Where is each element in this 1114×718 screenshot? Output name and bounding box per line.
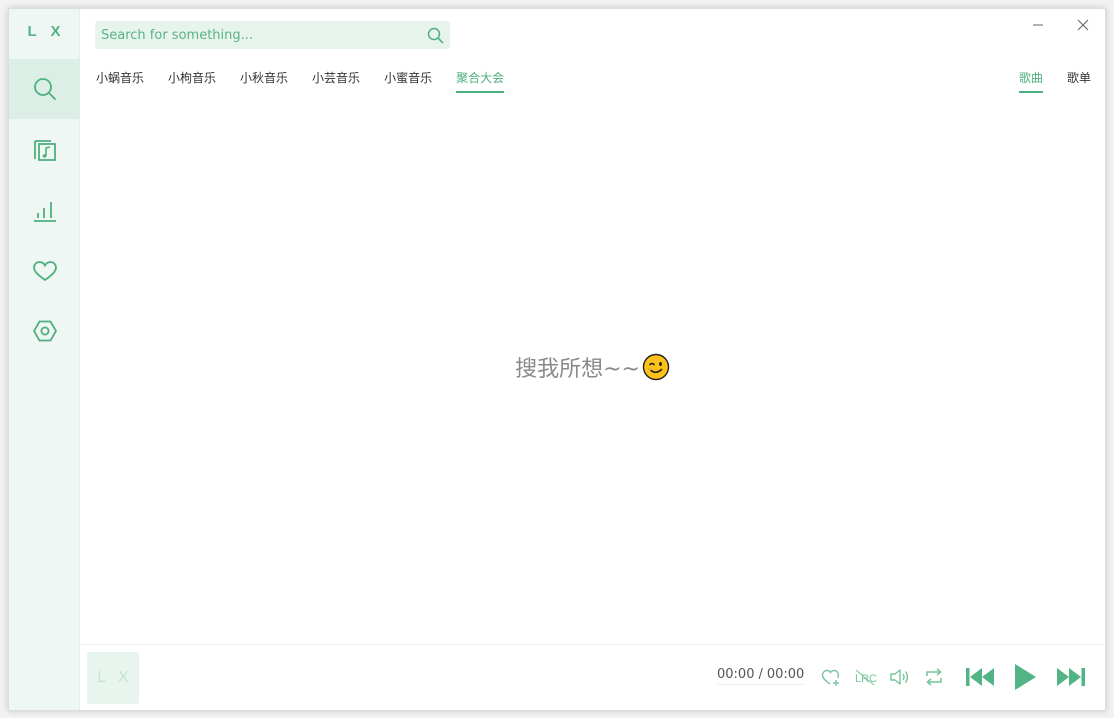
empty-state: 搜我所想~~ xyxy=(80,351,1105,383)
chart-icon xyxy=(33,202,56,222)
sidebar-item-song-list[interactable] xyxy=(9,120,80,180)
skip-previous-icon xyxy=(966,668,994,686)
wink-emoji-icon xyxy=(642,353,670,381)
heart-plus-icon xyxy=(821,669,840,686)
total-time: 00:00 xyxy=(766,667,805,682)
search-icon xyxy=(33,78,56,100)
album-cover[interactable]: L X xyxy=(87,652,139,704)
tab-source-aggregate[interactable]: 聚合大会 xyxy=(456,69,505,93)
source-tabs: 小蜗音乐 小枸音乐 小秋音乐 小芸音乐 小蜜音乐 聚合大会 xyxy=(96,69,528,93)
app-logo: L X xyxy=(27,23,66,40)
search-icon xyxy=(427,27,443,43)
tab-source-4[interactable]: 小芸音乐 xyxy=(312,69,360,93)
tab-playlists[interactable]: 歌单 xyxy=(1067,69,1091,93)
type-tabs: 歌曲 歌单 xyxy=(995,69,1091,93)
minimize-icon xyxy=(1033,24,1043,26)
tab-source-5[interactable]: 小蜜音乐 xyxy=(384,69,432,93)
sidebar-item-favorites[interactable] xyxy=(9,241,80,301)
sidebar: L X xyxy=(9,9,80,710)
app-window: L X Search for something... 小蜗音乐 小枸音乐 小秋… xyxy=(8,8,1106,711)
skip-next-icon xyxy=(1057,668,1085,686)
settings-icon xyxy=(32,320,57,342)
heart-icon xyxy=(32,261,57,282)
volume-icon xyxy=(890,669,909,685)
repeat-icon xyxy=(926,668,942,686)
playback-time: 00:00/00:00 xyxy=(717,667,805,685)
volume-button[interactable] xyxy=(888,662,912,692)
search-bar xyxy=(95,21,450,49)
sidebar-item-leaderboard[interactable] xyxy=(9,181,80,241)
time-separator: / xyxy=(758,667,763,682)
repeat-mode-button[interactable] xyxy=(922,662,946,692)
close-icon xyxy=(1077,19,1089,31)
desktop-lyrics-button[interactable]: LRC xyxy=(853,662,879,692)
tab-songs[interactable]: 歌曲 xyxy=(1018,69,1043,93)
play-button[interactable] xyxy=(1008,662,1042,692)
tab-source-1[interactable]: 小蜗音乐 xyxy=(96,69,144,93)
search-input[interactable] xyxy=(95,21,420,49)
close-button[interactable] xyxy=(1072,14,1094,36)
sidebar-item-settings[interactable] xyxy=(9,301,80,361)
music-library-icon xyxy=(33,140,56,161)
tab-source-2[interactable]: 小枸音乐 xyxy=(168,69,216,93)
minimize-button[interactable] xyxy=(1027,14,1049,36)
search-button[interactable] xyxy=(420,21,450,49)
tab-source-3[interactable]: 小秋音乐 xyxy=(240,69,288,93)
next-track-button[interactable] xyxy=(1054,662,1088,692)
sidebar-item-search[interactable] xyxy=(9,59,80,119)
player-bar: L X 00:00/00:00 LRC xyxy=(80,644,1105,710)
previous-track-button[interactable] xyxy=(963,662,997,692)
current-time: 00:00 xyxy=(717,667,755,682)
add-to-favorites-button[interactable] xyxy=(820,662,842,692)
empty-message: 搜我所想~~ xyxy=(515,357,640,382)
play-icon xyxy=(1015,664,1036,690)
lyrics-lrc-icon: LRC xyxy=(855,669,877,686)
